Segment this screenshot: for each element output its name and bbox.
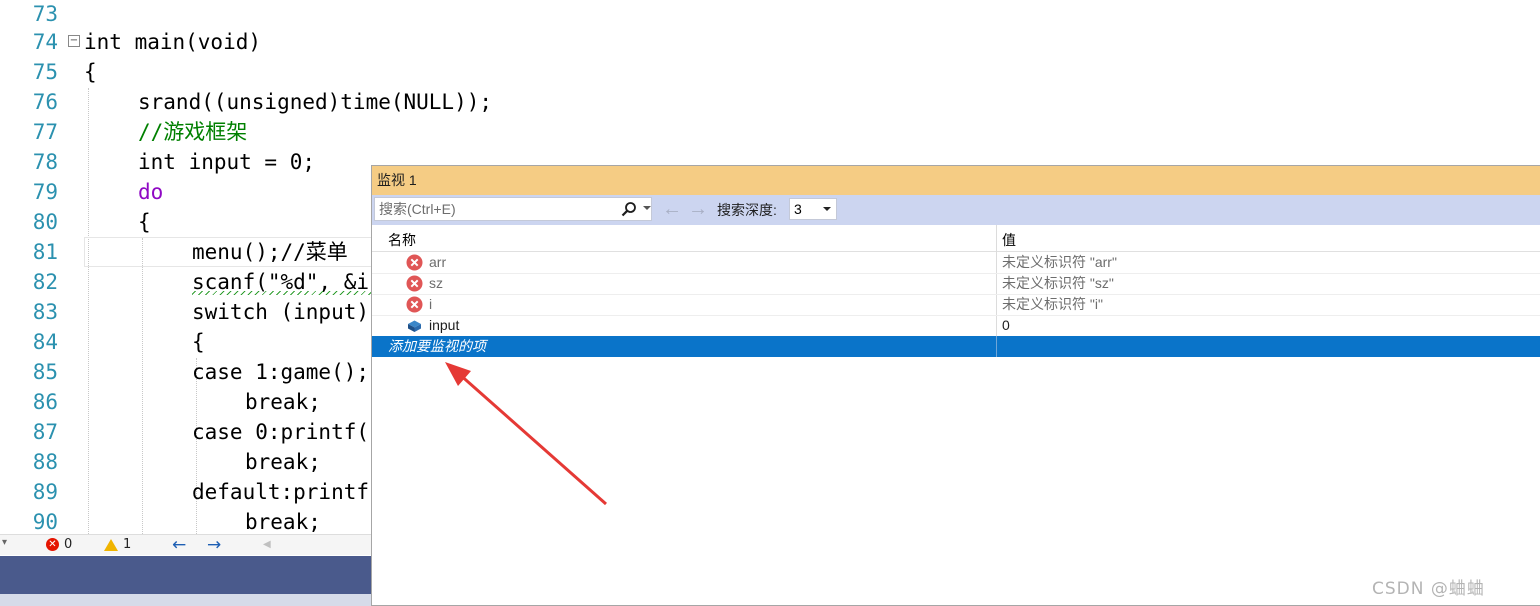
watermark: CSDN @蛐蛐 (1372, 579, 1485, 599)
annotation-arrow-icon (445, 362, 607, 506)
